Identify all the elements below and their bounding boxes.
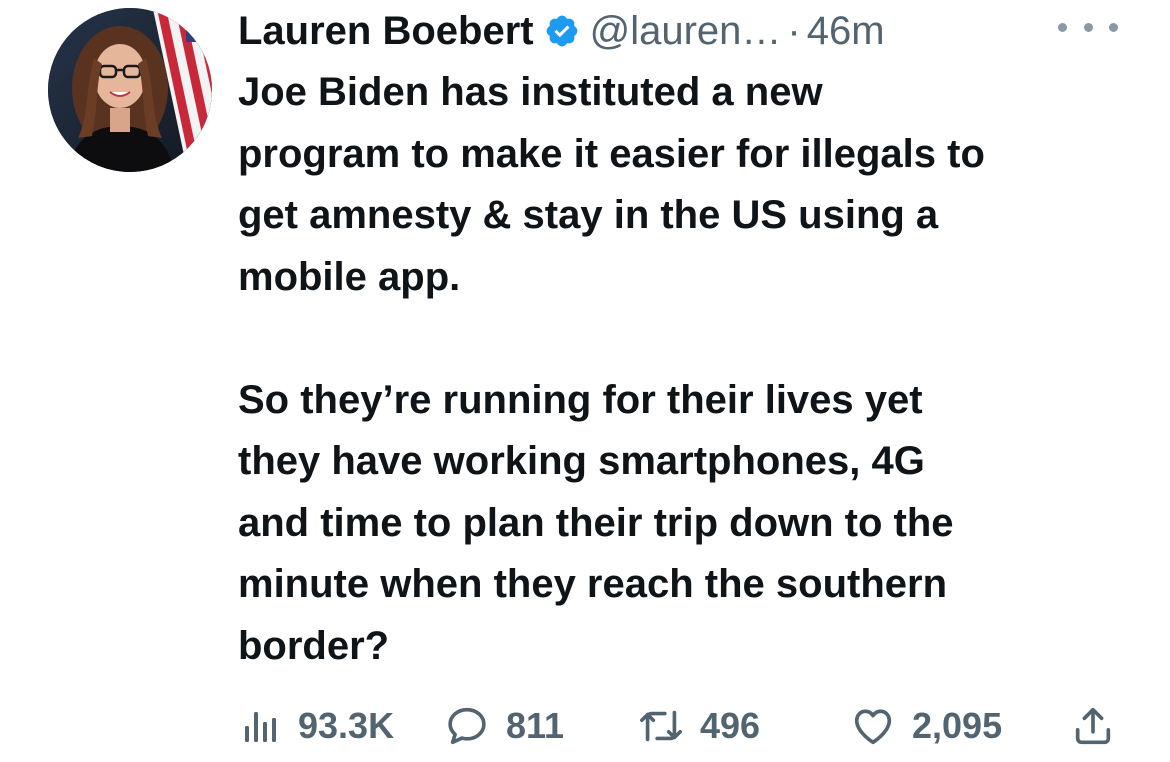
author-handle[interactable]: @lauren… <box>590 9 782 54</box>
timestamp[interactable]: 46m <box>807 9 885 54</box>
author-name[interactable]: Lauren Boebert <box>238 9 534 54</box>
like-count: 2,095 <box>912 705 1003 746</box>
reply-count: 811 <box>506 705 565 746</box>
verified-badge-icon <box>544 13 580 49</box>
tweet-paragraph: Joe Biden has instituted a new program t… <box>238 70 985 299</box>
tweet-text: Joe Biden has instituted a new program t… <box>238 62 1138 677</box>
more-dot <box>1058 22 1067 32</box>
tweet: Lauren Boebert @lauren… · 46m Joe Biden … <box>0 0 1170 762</box>
header-separator: · <box>787 8 801 53</box>
reply-bubble-icon <box>444 703 490 749</box>
retweet-icon <box>638 703 684 749</box>
avatar-photo <box>48 8 212 172</box>
views-button[interactable]: 93.3K <box>242 700 394 752</box>
views-count: 93.3K <box>298 705 395 746</box>
share-upload-icon <box>1070 703 1116 749</box>
avatar[interactable] <box>48 8 212 172</box>
tweet-header: Lauren Boebert @lauren… · 46m <box>238 6 1138 56</box>
views-bar-chart-icon <box>242 706 282 746</box>
more-dot <box>1083 22 1093 32</box>
more-dot <box>1109 22 1118 32</box>
heart-icon <box>850 703 896 749</box>
like-button[interactable]: 2,095 <box>850 700 1002 752</box>
share-button[interactable] <box>1070 700 1116 752</box>
retweet-count: 496 <box>700 705 761 746</box>
tweet-paragraph: So they’re running for their lives yet t… <box>238 377 954 668</box>
retweet-button[interactable]: 496 <box>638 700 760 752</box>
reply-button[interactable]: 811 <box>444 700 564 752</box>
tweet-actions: 93.3K 811 496 2,095 <box>238 700 1128 752</box>
more-options-icon[interactable] <box>1058 12 1118 42</box>
